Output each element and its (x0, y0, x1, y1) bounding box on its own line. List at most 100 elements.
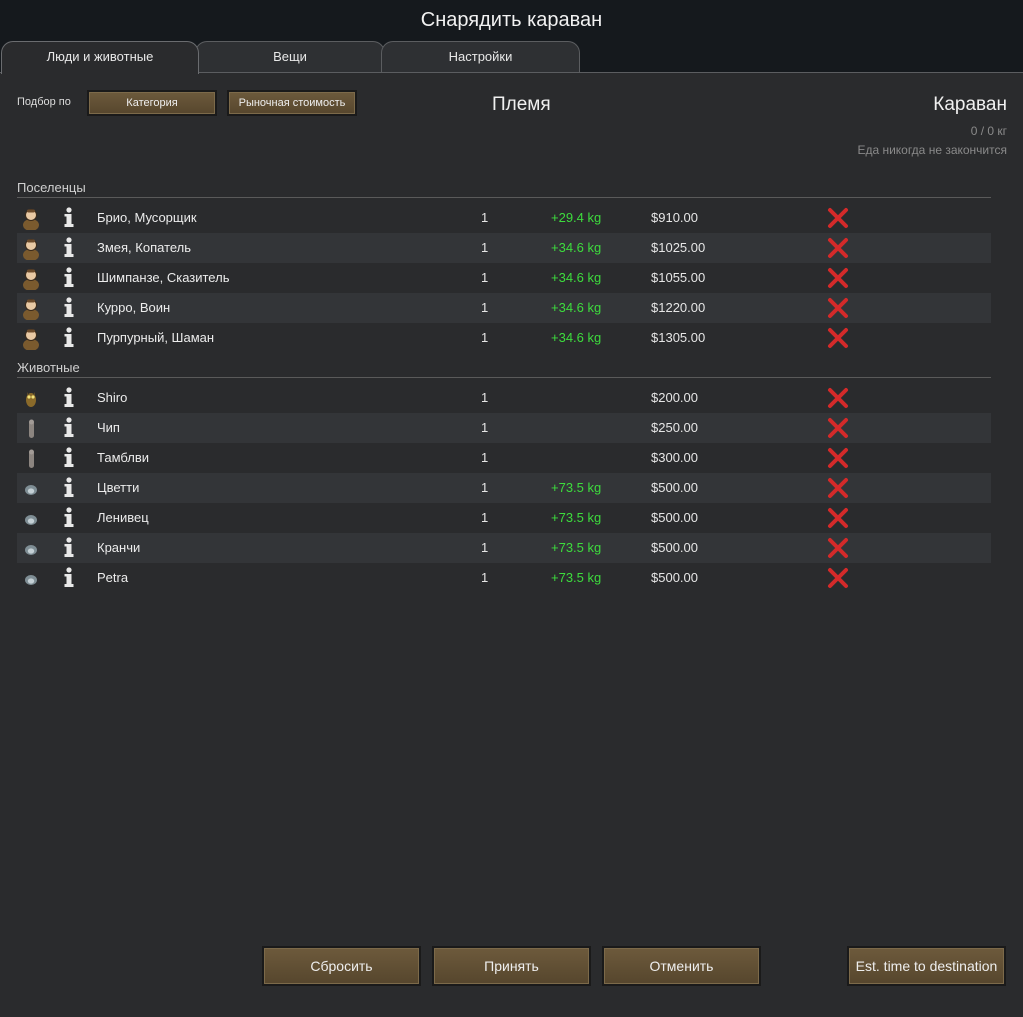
list-row[interactable]: Змея, Копатель 1 +34.6 kg $1025.00 (17, 233, 991, 263)
accept-button[interactable]: Принять (432, 946, 591, 986)
remove-icon[interactable] (827, 537, 849, 559)
info-icon[interactable] (62, 443, 76, 473)
reset-button[interactable]: Сбросить (262, 946, 421, 986)
row-price: $500.00 (651, 480, 698, 495)
info-icon[interactable] (62, 233, 76, 263)
remove-icon[interactable] (827, 267, 849, 289)
remove-icon[interactable] (827, 417, 849, 439)
remove-icon[interactable] (827, 327, 849, 349)
row-price: $1055.00 (651, 270, 706, 285)
cancel-button[interactable]: Отменить (602, 946, 761, 986)
colonist-portrait-icon (19, 236, 43, 261)
row-count: 1 (481, 480, 489, 495)
row-mass: +34.6 kg (551, 330, 602, 345)
row-mass: +34.6 kg (551, 270, 602, 285)
row-count: 1 (481, 210, 489, 225)
info-icon[interactable] (62, 473, 76, 503)
row-count: 1 (481, 450, 489, 465)
sort-label: Подбор по (17, 96, 71, 108)
row-count: 1 (481, 330, 489, 345)
info-icon[interactable] (62, 263, 76, 293)
row-name: Ленивец (97, 510, 149, 525)
info-icon[interactable] (62, 383, 76, 413)
info-icon[interactable] (62, 503, 76, 533)
remove-icon[interactable] (827, 387, 849, 409)
animal-round-icon (19, 566, 43, 590)
row-count: 1 (481, 420, 489, 435)
colonist-portrait-icon (19, 296, 43, 321)
row-price: $500.00 (651, 540, 698, 555)
row-count: 1 (481, 510, 489, 525)
caravan-food-status: Еда никогда не закончится (857, 143, 1007, 157)
remove-icon[interactable] (827, 207, 849, 229)
row-mass: +73.5 kg (551, 570, 602, 585)
row-name: Shiro (97, 390, 128, 405)
row-mass: +73.5 kg (551, 510, 602, 525)
list-row[interactable]: Тамблви 1 $300.00 (17, 443, 991, 473)
colonist-portrait-icon (19, 326, 43, 351)
remove-icon[interactable] (827, 507, 849, 529)
tab-people-animals[interactable]: Люди и животные (1, 41, 199, 74)
section-colonists-label: Поселенцы (17, 180, 86, 195)
row-mass: +34.6 kg (551, 300, 602, 315)
sort-market-value-button[interactable]: Рыночная стоимость (227, 90, 357, 116)
info-icon[interactable] (62, 533, 76, 563)
sort-category-button[interactable]: Категория (87, 90, 217, 116)
tab-settings[interactable]: Настройки (381, 41, 580, 73)
list-row[interactable]: Кранчи 1 +73.5 kg $500.00 (17, 533, 991, 563)
caravan-mass: 0 / 0 кг (970, 124, 1007, 138)
row-mass: +29.4 kg (551, 210, 602, 225)
info-icon[interactable] (62, 293, 76, 323)
row-name: Шимпанзе, Сказитель (97, 270, 230, 285)
caravan-header: Караван (933, 94, 1007, 115)
list-row[interactable]: Цветти 1 +73.5 kg $500.00 (17, 473, 991, 503)
tribe-header: Племя (492, 94, 551, 115)
info-icon[interactable] (62, 323, 76, 353)
row-count: 1 (481, 300, 489, 315)
row-name: Пурпурный, Шаман (97, 330, 215, 345)
remove-icon[interactable] (827, 447, 849, 469)
info-icon[interactable] (62, 563, 76, 593)
colonist-portrait-icon (19, 266, 43, 291)
row-name: Змея, Копатель (97, 240, 192, 255)
row-price: $250.00 (651, 420, 698, 435)
remove-icon[interactable] (827, 567, 849, 589)
animal-owl-icon (19, 386, 43, 410)
info-icon[interactable] (62, 203, 76, 233)
info-icon[interactable] (62, 413, 76, 443)
animal-round-icon (19, 506, 43, 530)
colonist-portrait-icon (19, 206, 43, 231)
list-row[interactable]: Шимпанзе, Сказитель 1 +34.6 kg $1055.00 (17, 263, 991, 293)
list-row[interactable]: Shiro 1 $200.00 (17, 383, 991, 413)
list-row[interactable]: Чип 1 $250.00 (17, 413, 991, 443)
animal-round-icon (19, 476, 43, 500)
tab-items[interactable]: Вещи (195, 41, 385, 73)
list-row[interactable]: Ленивец 1 +73.5 kg $500.00 (17, 503, 991, 533)
row-name: Брио, Мусорщик (97, 210, 197, 225)
row-price: $1025.00 (651, 240, 706, 255)
row-mass: +34.6 kg (551, 240, 602, 255)
section-animals-label: Животные (17, 360, 80, 375)
row-count: 1 (481, 540, 489, 555)
row-count: 1 (481, 570, 489, 585)
remove-icon[interactable] (827, 297, 849, 319)
list-row[interactable]: Брио, Мусорщик 1 +29.4 kg $910.00 (17, 203, 991, 233)
row-name: Кранчи (97, 540, 141, 555)
row-name: Чип (97, 420, 120, 435)
row-price: $1305.00 (651, 330, 706, 345)
row-price: $910.00 (651, 210, 698, 225)
row-price: $300.00 (651, 450, 698, 465)
est-time-button[interactable]: Est. time to destination (847, 946, 1006, 986)
list-row[interactable]: Курро, Воин 1 +34.6 kg $1220.00 (17, 293, 991, 323)
list-row[interactable]: Petra 1 +73.5 kg $500.00 (17, 563, 991, 593)
list-row[interactable]: Пурпурный, Шаман 1 +34.6 kg $1305.00 (17, 323, 991, 353)
row-count: 1 (481, 240, 489, 255)
section-divider (17, 377, 991, 378)
row-count: 1 (481, 270, 489, 285)
remove-icon[interactable] (827, 477, 849, 499)
row-mass: +73.5 kg (551, 480, 602, 495)
remove-icon[interactable] (827, 237, 849, 259)
row-name: Petra (97, 570, 129, 585)
row-name: Цветти (97, 480, 140, 495)
row-price: $200.00 (651, 390, 698, 405)
